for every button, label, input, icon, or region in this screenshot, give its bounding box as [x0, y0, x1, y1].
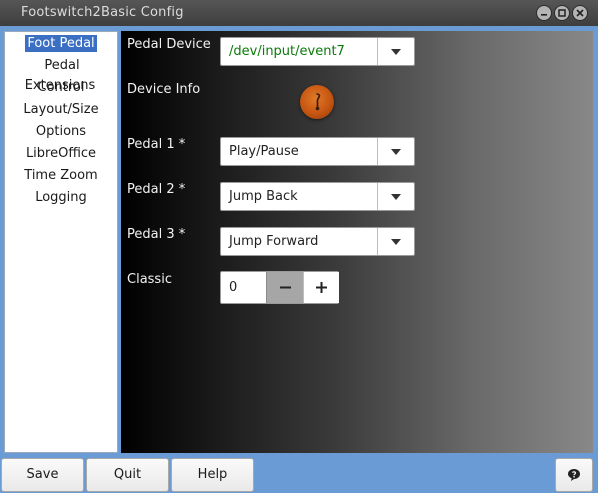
sidebar-item-time-zoom[interactable]: Time Zoom	[5, 166, 117, 186]
pedal1-value: Play/Pause	[229, 144, 299, 159]
sidebar-item-label: Control	[37, 80, 85, 95]
minus-icon	[279, 286, 291, 289]
minimize-icon	[541, 14, 547, 16]
title-bar: Footswitch2Basic Config	[0, 0, 598, 26]
chevron-down-icon	[391, 148, 401, 155]
close-button[interactable]	[572, 5, 588, 21]
sidebar: Foot Pedal Pedal Extensions Control Layo…	[4, 31, 118, 453]
pedal3-label: Pedal 3 *	[127, 227, 186, 242]
sidebar-item-layout-size[interactable]: Layout/Size	[5, 100, 117, 120]
sidebar-item-label: Logging	[35, 190, 87, 205]
maximize-button[interactable]	[554, 5, 570, 21]
save-button[interactable]: Save	[1, 458, 84, 492]
pedal1-combo[interactable]: Play/Pause	[220, 137, 415, 166]
sidebar-item-label: Options	[35, 124, 87, 139]
sidebar-item-options[interactable]: Options	[5, 122, 117, 142]
pedal2-dropdown-button[interactable]	[377, 183, 414, 210]
sidebar-item-label: Foot Pedal	[25, 35, 97, 52]
pedal-device-label: Pedal Device	[127, 37, 211, 52]
thermometer-info-icon	[315, 93, 321, 111]
close-icon	[576, 9, 584, 17]
sidebar-item-pedal-extensions[interactable]: Pedal Extensions	[5, 56, 117, 93]
pedal2-label: Pedal 2 *	[127, 182, 186, 197]
sidebar-item-logging[interactable]: Logging	[5, 188, 117, 208]
increment-button[interactable]	[303, 272, 339, 303]
sidebar-item-label: LibreOffice	[25, 146, 97, 161]
sidebar-item-label: Layout/Size	[23, 102, 99, 117]
plus-icon	[316, 282, 327, 293]
minimize-button[interactable]	[536, 5, 552, 21]
classic-label: Classic	[127, 272, 172, 287]
window-title: Footswitch2Basic Config	[21, 5, 184, 20]
maximize-icon	[558, 9, 566, 17]
pedal-device-value: /dev/input/event7	[229, 44, 345, 59]
sidebar-item-libreoffice[interactable]: LibreOffice	[5, 144, 117, 164]
sidebar-item-control[interactable]: Control	[5, 78, 117, 98]
pedal1-dropdown-button[interactable]	[377, 138, 414, 165]
pedal2-combo[interactable]: Jump Back	[220, 182, 415, 211]
sidebar-item-foot-pedal[interactable]: Foot Pedal	[5, 34, 117, 54]
classic-value[interactable]: 0	[229, 280, 237, 295]
sidebar-item-label: Time Zoom	[24, 168, 98, 183]
pedal3-value: Jump Forward	[229, 234, 319, 249]
context-help-button[interactable]	[555, 458, 593, 492]
help-button[interactable]: Help	[171, 458, 254, 492]
pedal3-combo[interactable]: Jump Forward	[220, 227, 415, 256]
quit-button[interactable]: Quit	[86, 458, 169, 492]
device-info-label: Device Info	[127, 82, 201, 97]
pedal-device-combo[interactable]: /dev/input/event7	[220, 37, 415, 66]
chevron-down-icon	[391, 48, 401, 55]
classic-spinbox[interactable]: 0	[220, 271, 339, 304]
decrement-button[interactable]	[266, 272, 303, 303]
chevron-down-icon	[391, 193, 401, 200]
pedal-device-dropdown-button[interactable]	[377, 38, 414, 65]
pedal1-label: Pedal 1 *	[127, 137, 186, 152]
pedal2-value: Jump Back	[229, 189, 298, 204]
pedal3-dropdown-button[interactable]	[377, 228, 414, 255]
device-info-button[interactable]	[300, 85, 334, 119]
help-bubble-icon	[568, 469, 580, 481]
chevron-down-icon	[391, 238, 401, 245]
